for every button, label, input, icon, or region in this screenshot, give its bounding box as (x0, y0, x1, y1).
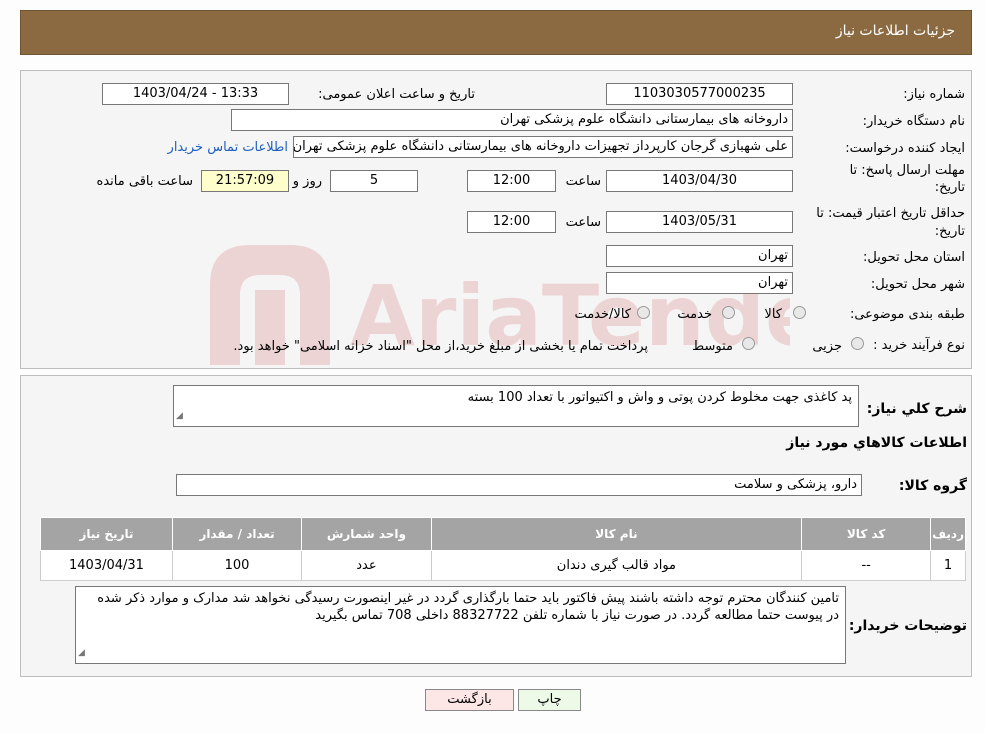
cell-goods-code: -- (801, 550, 932, 581)
need-number-field: 1103030577000235 (606, 83, 793, 105)
validity-time-field: 12:00 (467, 211, 556, 233)
payment-treasury-note: پرداخت تمام یا بخشی از مبلغ خرید،از محل … (233, 339, 648, 354)
buyer-notes-label: توضیحات خریدار: (848, 618, 967, 634)
col-unit: واحد شمارش (301, 517, 432, 551)
remaining-time-field: 21:57:09 (201, 170, 289, 192)
summary-textarea[interactable]: پد کاغذی جهت مخلوط کردن پوتی و واش و اکت… (173, 385, 859, 427)
deadline-label: مهلت ارسال پاسخ: تا (849, 163, 965, 178)
city-label: شهر محل تحویل: (870, 277, 965, 292)
process-option-medium: متوسط (692, 339, 733, 354)
col-quantity: تعداد / مقدار (171, 517, 303, 551)
summary-label: شرح کلي نياز: (866, 401, 967, 417)
print-button[interactable]: چاپ (518, 689, 581, 711)
validity-time-label: ساعت (565, 215, 601, 230)
table-row: 1403/04/31 100 عدد مواد قالب گیری دندان … (40, 550, 966, 581)
goods-group-label: گروه کالا: (898, 478, 967, 494)
process-radio-medium[interactable] (742, 337, 755, 350)
category-label: طبقه بندی موضوعی: (849, 307, 965, 322)
deadline-date-label: تاریخ: (934, 180, 965, 195)
category-radio-goods-service[interactable] (637, 306, 650, 319)
category-option-service: خدمت (677, 307, 712, 322)
province-label: استان محل تحویل: (863, 250, 965, 265)
city-field: تهران (606, 272, 793, 294)
buyer-notes-textarea[interactable]: تامین کنندگان محترم توجه داشته باشند پیش… (75, 586, 846, 664)
cell-row-number: 1 (930, 550, 966, 581)
category-radio-goods[interactable] (793, 306, 806, 319)
process-option-minor: جزیی (812, 339, 842, 354)
col-goods-code: کد کالا (801, 517, 932, 551)
remaining-label: ساعت باقی مانده (96, 174, 193, 189)
col-need-date: تاریخ نیاز (40, 517, 173, 551)
goods-info-title: اطلاعات کالاهاي مورد نياز (786, 435, 967, 451)
requester-label: ایجاد کننده درخواست: (845, 141, 965, 156)
validity-date-field: 1403/05/31 (606, 211, 793, 233)
cell-goods-name: مواد قالب گیری دندان (430, 550, 803, 581)
days-label: روز و (292, 174, 322, 189)
page-title: جزئیات اطلاعات نیاز (835, 23, 955, 39)
goods-group-field: دارو، پزشکی و سلامت (176, 474, 862, 496)
cell-quantity: 100 (171, 550, 303, 581)
process-radio-minor[interactable] (851, 337, 864, 350)
back-button[interactable]: بازگشت (425, 689, 514, 711)
validity-date-label: تاریخ: (934, 224, 965, 239)
page-header: جزئیات اطلاعات نیاز (20, 10, 972, 55)
resize-grip-icon[interactable]: ◢ (176, 408, 183, 425)
announce-datetime-label: تاریخ و ساعت اعلان عمومی: (318, 87, 475, 102)
deadline-time-label: ساعت (565, 174, 601, 189)
need-number-label: شماره نیاز: (903, 87, 965, 102)
buyer-org-field: داروخانه های بیمارستانی دانشگاه علوم پزش… (231, 109, 793, 131)
category-option-goods: کالا (764, 307, 782, 322)
goods-table: تاریخ نیاز تعداد / مقدار واحد شمارش نام … (40, 517, 966, 581)
buyer-org-label: نام دستگاه خریدار: (862, 114, 965, 129)
province-field: تهران (606, 245, 793, 267)
category-option-goods-service: کالا/خدمت (574, 307, 631, 322)
cell-unit: عدد (301, 550, 432, 581)
process-label: نوع فرآیند خرید : (873, 338, 965, 353)
validity-label: حداقل تاریخ اعتبار قیمت: تا (816, 206, 965, 221)
requester-field: علی شهبازی گرجان کارپرداز تجهیزات داروخا… (293, 136, 793, 158)
buyer-notes-text: تامین کنندگان محترم توجه داشته باشند پیش… (97, 591, 839, 623)
remaining-days-field: 5 (330, 170, 418, 192)
deadline-time-field: 12:00 (467, 170, 556, 192)
category-radio-service[interactable] (722, 306, 735, 319)
resize-grip-icon[interactable]: ◢ (78, 645, 85, 662)
col-goods-name: نام کالا (430, 517, 803, 551)
col-row-number: ردیف (930, 517, 966, 551)
buyer-contact-link[interactable]: اطلاعات تماس خریدار (168, 140, 288, 155)
goods-table-header: تاریخ نیاز تعداد / مقدار واحد شمارش نام … (40, 517, 966, 551)
deadline-date-field: 1403/04/30 (606, 170, 793, 192)
summary-text: پد کاغذی جهت مخلوط کردن پوتی و واش و اکت… (467, 390, 852, 405)
announce-datetime-field: 1403/04/24 - 13:33 (102, 83, 289, 105)
cell-need-date: 1403/04/31 (40, 550, 173, 581)
